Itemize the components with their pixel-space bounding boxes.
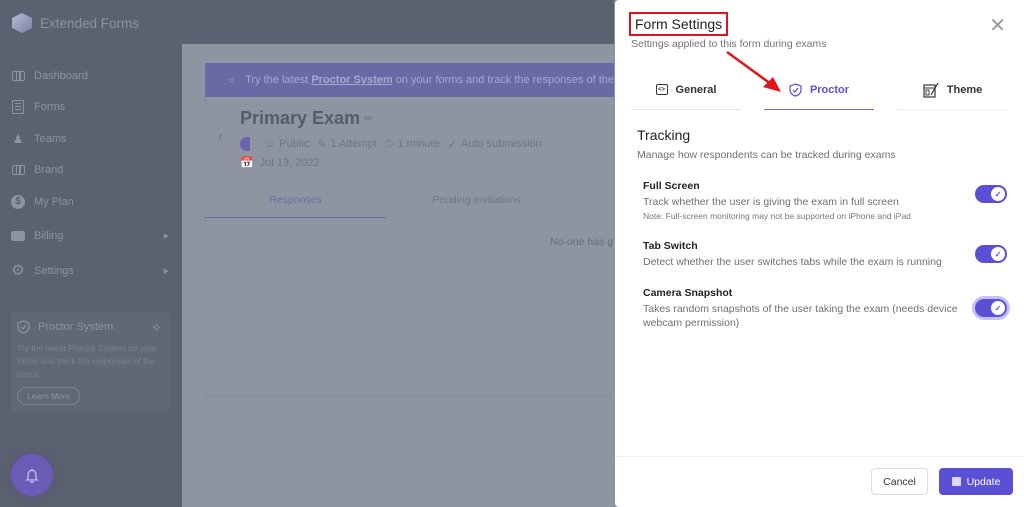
tab-switch-toggle[interactable]: ✓ <box>975 245 1007 263</box>
logo-icon <box>12 13 32 33</box>
setting-description: Takes random snapshots of the user takin… <box>643 303 958 329</box>
update-button[interactable]: Update <box>939 468 1013 495</box>
caret-right-icon: ▶ <box>163 267 169 275</box>
top-bar <box>182 0 614 44</box>
save-icon <box>951 477 961 486</box>
sidebar-item-dashboard[interactable]: Dashboard <box>0 60 182 92</box>
sidebar-item-teams[interactable]: ♟ Teams <box>0 123 182 155</box>
setting-camera-snapshot: Camera Snapshot Takes random snapshots o… <box>643 287 1013 330</box>
sparkles-icon: ✧ <box>151 320 162 335</box>
app-name: Extended Forms <box>40 15 140 31</box>
tab-responses[interactable]: Responses <box>205 182 386 218</box>
proctor-promo-card: Proctor System ✧ Try the latest Proctor … <box>11 312 170 412</box>
users-icon: ☺ <box>264 138 276 150</box>
promo-text: Try the latest Proctor System on your fo… <box>17 343 157 379</box>
sidebar-item-my-plan[interactable]: $ My Plan <box>0 186 182 218</box>
setting-description: Detect whether the user switches tabs wh… <box>643 256 942 268</box>
setting-full-screen: Full Screen Track whether the user is gi… <box>643 180 1013 221</box>
modal-subtitle: Settings applied to this form during exa… <box>631 38 827 50</box>
code-icon: <> <box>655 84 668 95</box>
visibility: ☺ Public <box>264 138 310 150</box>
sidebar-item-forms[interactable]: Forms <box>0 92 182 124</box>
exam-date: 📅 Jul 13, 2022 <box>240 156 320 170</box>
edit-square-icon: ✎ <box>317 138 327 151</box>
proctor-system-link[interactable]: Proctor System <box>311 74 392 86</box>
setting-label: Tab Switch <box>643 240 698 252</box>
check-circle-icon: ✓ <box>447 138 457 151</box>
sidebar-item-label: Brand <box>34 164 64 177</box>
check-icon: ✓ <box>991 301 1005 315</box>
annotation-arrow <box>726 50 781 92</box>
bell-icon <box>25 468 39 483</box>
learn-more-button[interactable]: Learn More <box>17 387 81 405</box>
sidebar-item-label: My Plan <box>34 195 74 208</box>
back-chevron-icon[interactable]: ‹ <box>218 128 223 146</box>
close-icon[interactable]: ✕ <box>989 16 1006 36</box>
exam-title: Primary Exam ✏ <box>240 108 374 128</box>
submission-mode: ✓ Auto submission <box>447 138 542 151</box>
cancel-button[interactable]: Cancel <box>871 468 928 495</box>
setting-description: Track whether the user is giving the exa… <box>643 196 899 208</box>
shield-check-icon <box>789 82 802 97</box>
sidebar-nav: Dashboard Forms ♟ Teams Brand $ My Plan … <box>0 60 182 288</box>
setting-note: Note: Full-screen monitoring may not be … <box>643 211 911 221</box>
sidebar-item-settings[interactable]: ⚙ Settings ▶ <box>0 254 182 288</box>
gear-icon: ⚙ <box>11 261 25 279</box>
camera-snapshot-toggle[interactable]: ✓ <box>975 299 1007 317</box>
caret-right-icon: ▶ <box>163 232 169 240</box>
sidebar-item-label: Settings <box>34 264 74 277</box>
megaphone-icon <box>229 77 234 83</box>
status-half-circle-icon <box>240 137 250 151</box>
section-subtitle: Manage how respondents can be tracked du… <box>637 149 896 161</box>
exam-meta: ☺ Public ✎ 1 Attempt ⏱ 1 minute ✓ Auto submi… <box>240 137 542 151</box>
proctor-announcement-banner: Try the latest Proctor System on your fo… <box>205 63 614 97</box>
promo-title: Proctor System <box>38 321 114 333</box>
tab-theme[interactable]: Theme <box>897 70 1008 110</box>
sidebar-item-label: Teams <box>34 132 67 145</box>
banner-text: Try the latest Proctor System on your fo… <box>245 74 614 86</box>
teams-icon: ♟ <box>12 131 24 146</box>
dollar-icon: $ <box>11 194 25 209</box>
sidebar: Extended Forms Dashboard Forms ♟ Teams B… <box>0 0 182 507</box>
forms-icon <box>11 100 25 115</box>
empty-responses-message: No-one has g <box>550 236 614 248</box>
edit-pencil-icon[interactable]: ✏ <box>364 112 373 125</box>
settings-tabs: <> General Proctor Theme <box>631 70 1008 110</box>
check-icon: ✓ <box>991 187 1005 201</box>
check-icon: ✓ <box>991 247 1005 261</box>
sidebar-item-billing[interactable]: Billing ▶ <box>0 218 182 254</box>
modal-title: Form Settings <box>629 12 729 36</box>
attempts: ✎ 1 Attempt <box>317 138 377 151</box>
section-title: Tracking <box>637 127 691 143</box>
shield-check-icon <box>17 320 30 334</box>
sidebar-item-label: Dashboard <box>34 69 88 82</box>
brand[interactable]: Extended Forms <box>12 12 139 34</box>
tab-pending-invitations[interactable]: Pending Invitations <box>386 182 567 218</box>
exam-tabs: Responses Pending Invitations <box>205 182 614 218</box>
sidebar-item-label: Billing <box>34 229 64 242</box>
calendar-icon: 📅 <box>240 157 254 169</box>
sidebar-item-label: Forms <box>34 101 66 114</box>
setting-label: Camera Snapshot <box>643 287 733 299</box>
stopwatch-icon: ⏱ <box>384 137 394 150</box>
duration: ⏱ 1 minute <box>384 137 440 151</box>
notifications-button[interactable] <box>11 454 53 496</box>
theme-palette-icon <box>923 82 939 98</box>
sidebar-item-brand[interactable]: Brand <box>0 155 182 187</box>
dashboard-icon <box>11 69 25 83</box>
setting-label: Full Screen <box>643 180 700 192</box>
footer-divider <box>615 456 1024 457</box>
setting-tab-switch: Tab Switch Detect whether the user switc… <box>643 240 1013 269</box>
brand-icon <box>11 163 25 177</box>
wallet-icon <box>11 229 25 243</box>
form-settings-modal: Form Settings Settings applied to this f… <box>615 0 1024 507</box>
full-screen-toggle[interactable]: ✓ <box>975 185 1007 203</box>
